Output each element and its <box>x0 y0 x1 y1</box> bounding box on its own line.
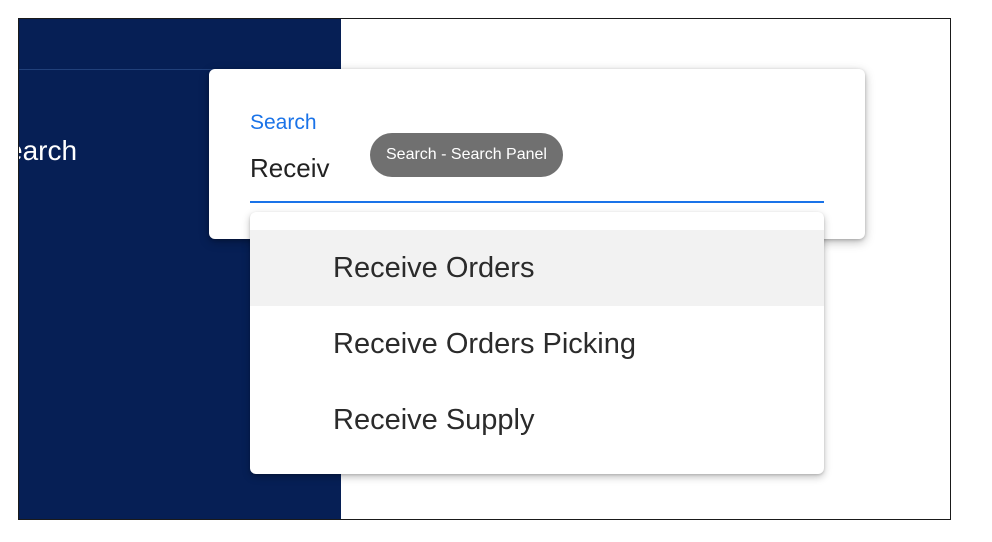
app-window: earch Search Search - Search Panel Recei… <box>18 18 951 520</box>
search-field-label: Search <box>250 111 317 134</box>
suggestion-receive-orders-picking[interactable]: Receive Orders Picking <box>250 306 824 382</box>
sidebar-item-search[interactable]: earch <box>19 135 77 167</box>
search-input-underline <box>250 201 824 203</box>
suggestions-list: Receive Orders Receive Orders Picking Re… <box>250 230 824 458</box>
search-panel-tooltip: Search - Search Panel <box>370 133 563 177</box>
search-suggestions-dropdown: Receive Orders Receive Orders Picking Re… <box>250 212 824 474</box>
suggestion-receive-orders[interactable]: Receive Orders <box>250 230 824 306</box>
suggestion-receive-supply[interactable]: Receive Supply <box>250 382 824 458</box>
